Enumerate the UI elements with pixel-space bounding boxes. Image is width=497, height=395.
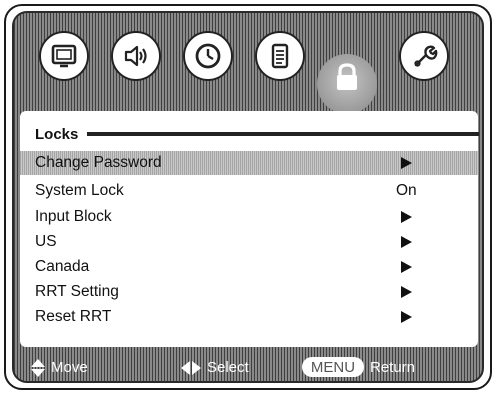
arrow-right-icon [401,261,412,273]
menu-title: Locks [35,125,79,143]
menu-item-label: Reset RRT [35,308,112,325]
left-right-arrow-icon [181,361,201,375]
menu-item-rrt-setting[interactable]: RRT Setting [20,280,478,304]
menu-item-label: System Lock [35,182,124,199]
select-hint: Select [207,359,249,376]
tab-audio[interactable] [111,31,161,81]
menu-header: Locks [35,125,482,143]
tab-locks[interactable] [317,54,377,114]
arrow-right-icon [401,211,412,223]
locks-menu-panel: Locks Change Password System Lock On Inp… [20,111,479,347]
wrench-icon [414,45,438,67]
menu-item-us[interactable]: US [20,230,478,254]
menu-item-input-block[interactable]: Input Block [20,205,478,229]
menu-button[interactable]: MENU [302,357,364,377]
tab-time[interactable] [183,31,233,81]
menu-item-value: On [396,182,417,199]
menu-item-canada[interactable]: Canada [20,255,478,279]
menu-item-label: Input Block [35,208,112,225]
clock-icon [195,43,221,69]
return-hint: Return [370,359,416,376]
arrow-right-icon [401,236,412,248]
title-divider [87,132,479,136]
up-down-arrow-icon [31,359,45,377]
menu-item-label: Canada [35,258,90,275]
tv-osd-window: Locks Change Password System Lock On Inp… [12,11,484,383]
arrow-right-icon [401,157,412,169]
document-icon [271,43,289,69]
menu-item-label: US [35,233,57,250]
arrow-right-icon [401,286,412,298]
menu-item-label: RRT Setting [35,283,119,300]
tab-picture[interactable] [39,31,89,81]
menu-item-reset-rrt[interactable]: Reset RRT [20,305,478,329]
monitor-icon [51,44,77,68]
lock-icon [337,63,357,90]
menu-item-label: Change Password [35,154,162,171]
tab-tools[interactable] [399,31,449,81]
speaker-icon [124,45,147,67]
tab-setup[interactable] [255,31,305,81]
footer-hint-bar: Move Select MENU Return [14,347,482,381]
menu-item-system-lock[interactable]: System Lock On [20,179,478,203]
menu-item-change-password[interactable]: Change Password [20,151,478,175]
move-hint: Move [51,359,88,376]
arrow-right-icon [401,311,412,323]
tab-bar [14,13,482,114]
